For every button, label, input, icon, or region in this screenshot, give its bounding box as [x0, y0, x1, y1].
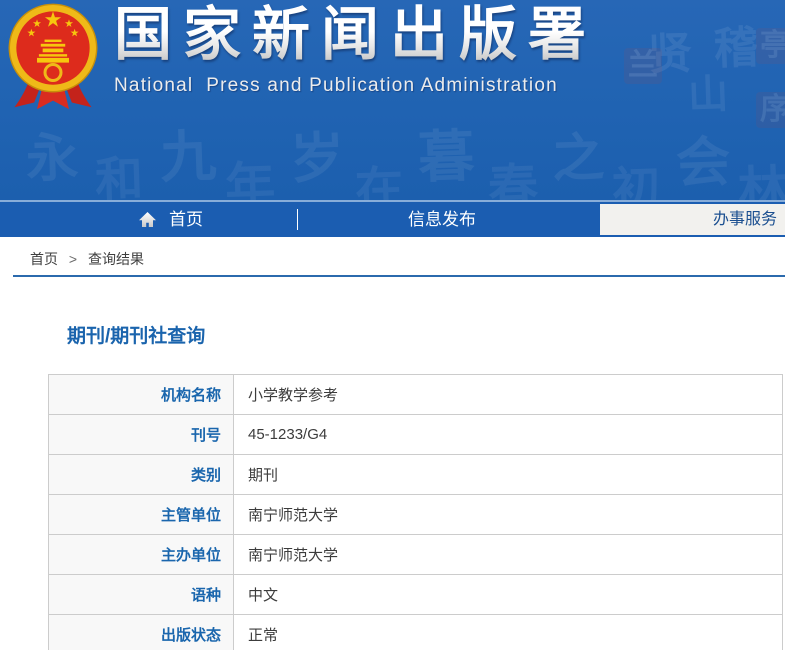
- watermark-character: 九: [159, 124, 218, 189]
- site-title: 国家新闻出版署: [114, 0, 597, 70]
- table-row: 机构名称 小学教学参考: [48, 374, 783, 415]
- watermark-character: 暮: [417, 124, 476, 189]
- nav-item-services-tab[interactable]: 办事服务: [600, 204, 785, 235]
- breadcrumb-home[interactable]: 首页: [30, 251, 58, 267]
- table-row: 刊号 45-1233/G4: [48, 414, 783, 455]
- row-value: 中文: [233, 574, 783, 615]
- row-label: 主管单位: [48, 494, 234, 535]
- site-header: 永和九年岁在暮春之初会林 贤稽山兰 亭序 国家新闻出版署 National Pres…: [0, 0, 785, 200]
- table-row: 主管单位 南宁师范大学: [48, 494, 783, 535]
- breadcrumb: 首页 > 查询结果: [0, 237, 785, 269]
- watermark-character: 稽: [713, 23, 759, 74]
- row-label: 机构名称: [48, 374, 234, 415]
- watermark-character: 贤: [647, 29, 693, 80]
- watermark-seal: 兰: [624, 48, 662, 84]
- row-label: 语种: [48, 574, 234, 615]
- row-value: 正常: [233, 614, 783, 650]
- nav-item-label: 信息发布: [408, 210, 476, 229]
- watermark-character: 林: [737, 161, 785, 200]
- nav-divider: [297, 209, 298, 230]
- watermark-character: 山: [687, 72, 729, 118]
- query-result-section: 期刊/期刊社查询 机构名称 小学教学参考 刊号 45-1233/G4 类别 期刊…: [0, 321, 785, 650]
- row-label: 刊号: [48, 414, 234, 455]
- nav-item-info[interactable]: 信息发布: [408, 202, 476, 237]
- breadcrumb-separator: >: [68, 251, 78, 267]
- row-label: 类别: [48, 454, 234, 495]
- watermark-character: 年: [224, 157, 277, 200]
- site-subtitle: National Press and Publication Administr…: [114, 75, 558, 96]
- watermark-character: 永: [25, 129, 80, 189]
- nav-item-home[interactable]: 首页: [138, 202, 203, 237]
- row-value: 45-1233/G4: [233, 414, 783, 455]
- result-table: 机构名称 小学教学参考 刊号 45-1233/G4 类别 期刊 主管单位 南宁师…: [48, 374, 783, 650]
- main-nav: 首页 信息发布 办事服务: [0, 200, 785, 237]
- breadcrumb-current: 查询结果: [87, 251, 144, 267]
- row-value: 期刊: [233, 454, 783, 495]
- table-row: 类别 期刊: [48, 454, 783, 495]
- nav-item-label: 首页: [169, 210, 203, 229]
- page-title: 期刊/期刊社查询: [67, 326, 206, 347]
- home-icon: [138, 211, 157, 228]
- row-label: 主办单位: [48, 534, 234, 575]
- row-label: 出版状态: [48, 614, 234, 650]
- watermark-character: 春: [487, 159, 540, 200]
- watermark-seal: 序: [756, 92, 785, 128]
- watermark-seal: 亭: [756, 28, 785, 64]
- section-divider: [13, 275, 785, 277]
- watermark-character: 会: [675, 132, 732, 194]
- table-row: 主办单位 南宁师范大学: [48, 534, 783, 575]
- watermark-character: 之: [551, 129, 606, 189]
- nav-item-label: 办事服务: [712, 211, 777, 228]
- watermark-character: 岁: [289, 128, 346, 190]
- national-emblem-icon: [8, 3, 98, 110]
- row-value: 小学教学参考: [233, 374, 783, 415]
- row-value: 南宁师范大学: [233, 494, 783, 535]
- table-row: 语种 中文: [48, 574, 783, 615]
- watermark-character: 在: [354, 163, 405, 200]
- watermark-character: 初: [611, 163, 662, 200]
- watermark-character: 和: [94, 153, 145, 200]
- table-row: 出版状态 正常: [48, 614, 783, 650]
- row-value: 南宁师范大学: [233, 534, 783, 575]
